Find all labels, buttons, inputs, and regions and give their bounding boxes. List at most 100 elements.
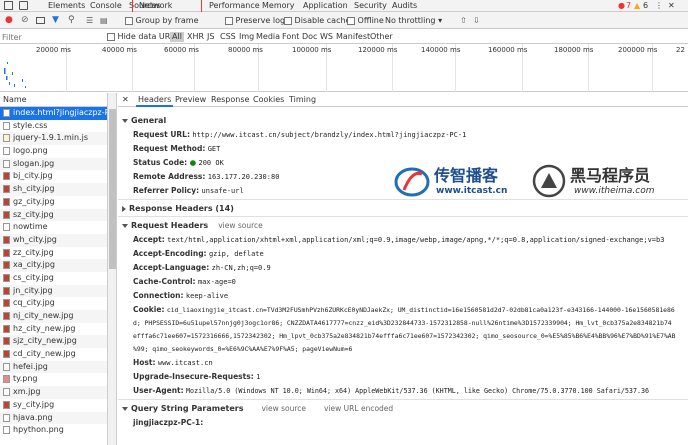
list-item[interactable]: jn_city.jpg — [0, 284, 107, 298]
scrollbar-thumb[interactable] — [109, 109, 116, 269]
import-icon[interactable]: ⇧ — [460, 15, 467, 26]
list-item[interactable]: cd_city_new.jpg — [0, 348, 107, 361]
filter-type-xhr[interactable]: XHR — [187, 32, 204, 42]
filter-type-all[interactable]: All — [170, 32, 184, 42]
list-item[interactable]: jquery-1.9.1.min.js — [0, 132, 107, 146]
tab-audits[interactable]: Audits — [392, 0, 417, 12]
list-item[interactable]: style.css — [0, 120, 107, 133]
document-icon — [3, 109, 10, 117]
query-view-source-link[interactable]: view source — [261, 404, 306, 413]
error-count[interactable]: 7 — [626, 1, 631, 11]
list-item[interactable]: slogan.jpg — [0, 157, 107, 171]
export-icon[interactable]: ⇩ — [473, 15, 480, 26]
search-icon[interactable]: ⚲ — [68, 15, 75, 26]
filter-type-img[interactable]: Img — [239, 32, 254, 42]
overview-tick: 20000 ms — [36, 46, 71, 54]
list-item[interactable]: wh_city.jpg — [0, 233, 107, 247]
close-details-icon[interactable]: ✕ — [122, 93, 129, 107]
list-item[interactable]: sh_city.jpg — [0, 183, 107, 196]
warning-count[interactable]: 6 — [643, 1, 648, 11]
clear-icon[interactable]: ⊘ — [21, 15, 29, 26]
view-list-icon[interactable]: ☰ — [86, 15, 93, 26]
hide-data-urls-checkbox[interactable]: Hide data URLs — [107, 32, 179, 42]
list-item[interactable]: zz_city.jpg — [0, 247, 107, 260]
response-headers-section-header[interactable]: Response Headers (14) — [122, 204, 234, 213]
device-toolbar-icon[interactable] — [19, 1, 28, 10]
filter-type-ws[interactable]: WS — [320, 32, 333, 42]
tab-security[interactable]: Security — [354, 0, 387, 12]
request-list-scrollbar[interactable] — [108, 93, 117, 445]
list-item[interactable]: xa_city.jpg — [0, 259, 107, 272]
filter-type-media[interactable]: Media — [256, 32, 280, 42]
filter-type-font[interactable]: Font — [282, 32, 299, 42]
disable-cache-checkbox[interactable]: Disable cache — [284, 15, 350, 26]
view-source-link[interactable]: view source — [218, 221, 263, 230]
video-icon[interactable] — [36, 17, 45, 24]
network-toolbar: ● ⊘ ▼ ⚲ ☰ ▤ Group by frame Preserve log … — [0, 12, 688, 29]
query-string-section-header[interactable]: Query String Parameters view source view U… — [122, 404, 393, 413]
list-item[interactable]: sz_city.jpg — [0, 208, 107, 222]
request-headers-section-header[interactable]: Request Headers view source — [122, 221, 263, 230]
filter-input[interactable] — [2, 32, 102, 42]
filter-type-js[interactable]: JS — [207, 32, 214, 42]
filter-type-manifest[interactable]: Manifest — [336, 32, 370, 42]
list-item[interactable]: bj_city.jpg — [0, 170, 107, 183]
list-item[interactable]: hefei.jpg — [0, 360, 107, 374]
request-name: sz_city.jpg — [13, 209, 54, 219]
tab-console[interactable]: Console — [90, 0, 122, 12]
list-item[interactable]: hpython.png — [0, 424, 107, 437]
network-overview[interactable]: 20000 ms 40000 ms 60000 ms 80000 ms 1000… — [0, 44, 688, 92]
list-item[interactable]: logo.png — [0, 145, 107, 158]
view-overview-icon[interactable]: ▤ — [100, 15, 108, 26]
details-pane: ✕ Headers Preview Response Cookies Timin… — [118, 93, 688, 445]
tab-elements[interactable]: Elements — [48, 0, 85, 12]
list-item[interactable]: cs_city.jpg — [0, 272, 107, 285]
overview-tick: 40000 ms — [102, 46, 137, 54]
tab-memory[interactable]: Memory — [262, 0, 295, 12]
expand-triangle-icon — [122, 406, 128, 411]
tab-headers[interactable]: Headers — [136, 93, 174, 107]
cookie-row-cont: d; PHPSESSID=6u51upel57nnjg0j3ogc1or86; … — [133, 318, 672, 327]
name-column-header[interactable]: Name — [0, 93, 107, 107]
error-icon[interactable]: ● — [618, 1, 625, 11]
section-divider — [118, 399, 688, 400]
record-icon[interactable]: ● — [5, 15, 13, 26]
filter-type-css[interactable]: CSS — [220, 32, 236, 42]
remote-address-row: Remote Address: 163.177.20.230:80 — [133, 172, 279, 181]
referrer-policy-label: Referrer Policy: — [133, 186, 200, 195]
preserve-log-checkbox[interactable]: Preserve log — [225, 15, 285, 26]
list-item[interactable]: nj_city_new.jpg — [0, 310, 107, 323]
inspect-icon[interactable] — [4, 1, 13, 10]
close-icon[interactable]: ✕ — [668, 1, 675, 11]
general-section-header[interactable]: General — [122, 116, 166, 125]
offline-checkbox[interactable]: Offline — [347, 15, 384, 26]
tab-timing[interactable]: Timing — [289, 93, 316, 107]
list-item[interactable]: cq_city.jpg — [0, 297, 107, 310]
tab-response[interactable]: Response — [211, 93, 249, 107]
list-item[interactable]: index.html?jingjiaczpz-PC-1 — [0, 107, 107, 120]
list-item[interactable]: xm.jpg — [0, 386, 107, 399]
list-item[interactable]: nowtime — [0, 221, 107, 234]
view-url-encoded-link[interactable]: view URL encoded — [324, 404, 393, 413]
tab-preview[interactable]: Preview — [175, 93, 206, 107]
tab-performance[interactable]: Performance — [209, 0, 260, 12]
list-item[interactable]: gz_city.jpg — [0, 196, 107, 209]
list-item[interactable]: ty.png — [0, 373, 107, 386]
throttle-select[interactable]: No throttling ▾ — [385, 15, 442, 26]
warning-icon[interactable]: ▲ — [634, 1, 640, 11]
list-item[interactable]: sy_city.jpg — [0, 399, 107, 412]
status-ok-icon: ● — [189, 158, 197, 167]
list-item[interactable]: hz_city_new.jpg — [0, 323, 107, 336]
request-name: style.css — [13, 120, 48, 130]
more-icon[interactable]: ⋮ — [655, 1, 663, 11]
filter-type-doc[interactable]: Doc — [302, 32, 317, 42]
image-icon — [3, 159, 10, 168]
query-param-row: jingjiaczpz-PC-1: — [133, 418, 203, 427]
list-item[interactable]: hjava.png — [0, 411, 107, 425]
filter-type-other[interactable]: Other — [370, 32, 393, 42]
tab-application[interactable]: Application — [303, 0, 348, 12]
list-item[interactable]: sjz_city_new.jpg — [0, 335, 107, 349]
tab-cookies[interactable]: Cookies — [253, 93, 284, 107]
group-by-frame-checkbox[interactable]: Group by frame — [125, 15, 199, 26]
filter-icon[interactable]: ▼ — [52, 15, 59, 26]
